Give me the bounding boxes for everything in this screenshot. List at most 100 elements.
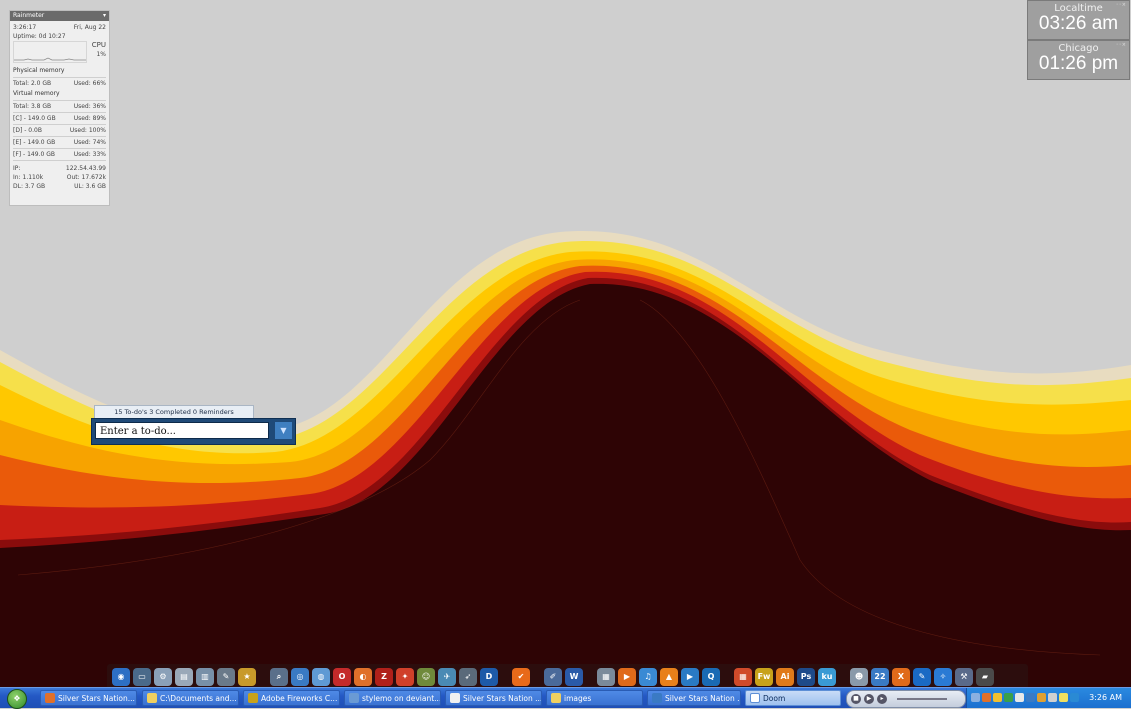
kuler-icon[interactable]: ku [818,668,836,686]
physical-total: Total: 2.0 GB [13,80,52,87]
tray-app-icon[interactable] [1015,693,1024,702]
doom-icon [750,693,760,703]
taskbar-item[interactable]: C:\Documents and... [142,690,239,706]
drive-used: Used: 89% [73,115,106,122]
cpu-value: 1% [96,51,106,58]
tray-app-icon[interactable] [1048,693,1057,702]
volume-slider[interactable] [897,698,947,700]
star-icon[interactable]: ★ [238,668,256,686]
tools-icon[interactable]: ⚙ [154,668,172,686]
tray-app-icon[interactable] [1059,693,1068,702]
tray-network-icon[interactable] [971,693,980,702]
documents-icon[interactable]: ▤ [175,668,193,686]
mascot-icon[interactable]: ☺ [417,668,435,686]
clock-widget-local[interactable]: ◦◦× Localtime 03:26 am [1027,0,1130,40]
taskbar-item[interactable]: stylemo on deviant... [344,690,441,706]
tray-app-icon[interactable] [1004,693,1013,702]
rainmeter-widget: Rainmeter ▾ 3:26:17 Fri, Aug 22 Uptime: … [9,10,110,206]
clock-widget-chicago[interactable]: ◦◦× Chicago 01:26 pm [1027,40,1130,80]
d-app-icon[interactable]: D [480,668,498,686]
drive-row: [E] - 149.0 GB Used: 74% [10,138,109,147]
virtual-used: Used: 36% [73,103,106,110]
play-icon[interactable]: ▶ [864,694,874,704]
taskbar-item[interactable]: images [546,690,643,706]
fireworks-icon [248,693,258,703]
system-icon[interactable]: ◉ [112,668,130,686]
drive-label: [C] - 149.0 GB [13,115,56,122]
check-icon[interactable]: ✔ [512,668,530,686]
taskbar-item[interactable]: Silver Stars Nation ... [647,690,741,706]
taskbar-item-label: images [564,694,592,703]
search-icon[interactable]: ⌕ [270,668,288,686]
media-icon[interactable]: ▶ [618,668,636,686]
taskbar-item[interactable]: Adobe Fireworks C... [243,690,340,706]
taskbar-item-label: Doom [763,694,786,703]
taskbar-clock[interactable]: 3:26 AM [1089,688,1122,708]
firefox-icon[interactable]: ◐ [354,668,372,686]
vlc-icon[interactable]: ▲ [660,668,678,686]
game-icon[interactable]: ✦ [396,668,414,686]
filezilla-icon[interactable]: Z [375,668,393,686]
cpu-graph-line [14,57,86,61]
pen-icon[interactable]: ✎ [217,668,235,686]
cpu-label: CPU [91,41,106,49]
office-icon[interactable]: ▦ [734,668,752,686]
ie-icon [652,693,662,703]
illustrator-icon[interactable]: Ai [776,668,794,686]
settings-icon[interactable]: ✧ [934,668,952,686]
tray-app-icon[interactable] [1026,693,1035,702]
photoshop-icon[interactable]: Ps [797,668,815,686]
drive-row: [F] - 149.0 GB Used: 33% [10,150,109,159]
rainmeter-uptime: Uptime: 0d 10:27 [13,33,66,40]
itunes-icon[interactable]: ♫ [639,668,657,686]
taskbar-item-active[interactable]: Doom [745,690,841,706]
document-icon [450,693,460,703]
xampp-icon[interactable]: X [892,668,910,686]
todo-widget: Enter a to-do... ▼ [91,418,296,445]
dropdown-arrow-icon[interactable]: ▼ [275,422,292,439]
chevron-down-icon[interactable]: ▾ [103,11,106,21]
word-icon[interactable]: W [565,668,583,686]
opera-icon[interactable]: O [333,668,351,686]
clock-time: 01:26 pm [1038,53,1119,74]
physical-memory-label: Physical memory [13,67,65,74]
tools2-icon[interactable]: ⚒ [955,668,973,686]
fireworks-icon[interactable]: Fw [755,668,773,686]
play-icon[interactable]: ▶ [681,668,699,686]
rainmeter-title-bar[interactable]: Rainmeter ▾ [10,11,109,21]
taskbar-item[interactable]: Silver Stars Nation... [40,690,137,706]
net-in: In: 1.110k [13,174,44,181]
folder-icon[interactable]: ▥ [196,668,214,686]
globe-icon[interactable]: ◍ [312,668,330,686]
quicktime-icon[interactable]: Q [702,668,720,686]
tray-app-icon[interactable] [982,693,991,702]
wallpaper [0,0,1131,707]
alien-icon[interactable]: ☻ [850,668,868,686]
book-icon[interactable]: ▦ [597,668,615,686]
widget-controls-icon[interactable]: ◦◦× [1116,2,1126,8]
next-icon[interactable]: ▸ [877,694,887,704]
firefox-icon [45,693,55,703]
wrench-icon[interactable]: ✎ [913,668,931,686]
drive-used: Used: 100% [69,127,106,134]
pencil-ruler-icon[interactable]: ✐ [544,668,562,686]
taskbar-item-label: Silver Stars Nation... [58,694,135,703]
drive-icon[interactable]: ▰ [976,668,994,686]
todo-input[interactable]: Enter a to-do... [95,422,269,439]
widget-controls-icon[interactable]: ◦◦× [1116,42,1126,48]
wing-icon[interactable]: ➶ [459,668,477,686]
bird-icon[interactable]: ✈ [438,668,456,686]
tray-volume-icon[interactable] [1070,693,1079,702]
media-player-toolbar: ■ ▶ ▸ [846,690,966,708]
taskbar-item-label: Silver Stars Nation ... [463,694,542,703]
virtual-total: Total: 3.8 GB [13,103,52,110]
stop-icon[interactable]: ■ [851,694,861,704]
start-button[interactable]: ❖ [7,689,27,709]
folder-icon [147,693,157,703]
calendar-icon[interactable]: 22 [871,668,889,686]
tray-app-icon[interactable] [1037,693,1046,702]
browser-icon[interactable]: ◎ [291,668,309,686]
monitor-icon[interactable]: ▭ [133,668,151,686]
taskbar-item[interactable]: Silver Stars Nation ... [445,690,542,706]
tray-app-icon[interactable] [993,693,1002,702]
